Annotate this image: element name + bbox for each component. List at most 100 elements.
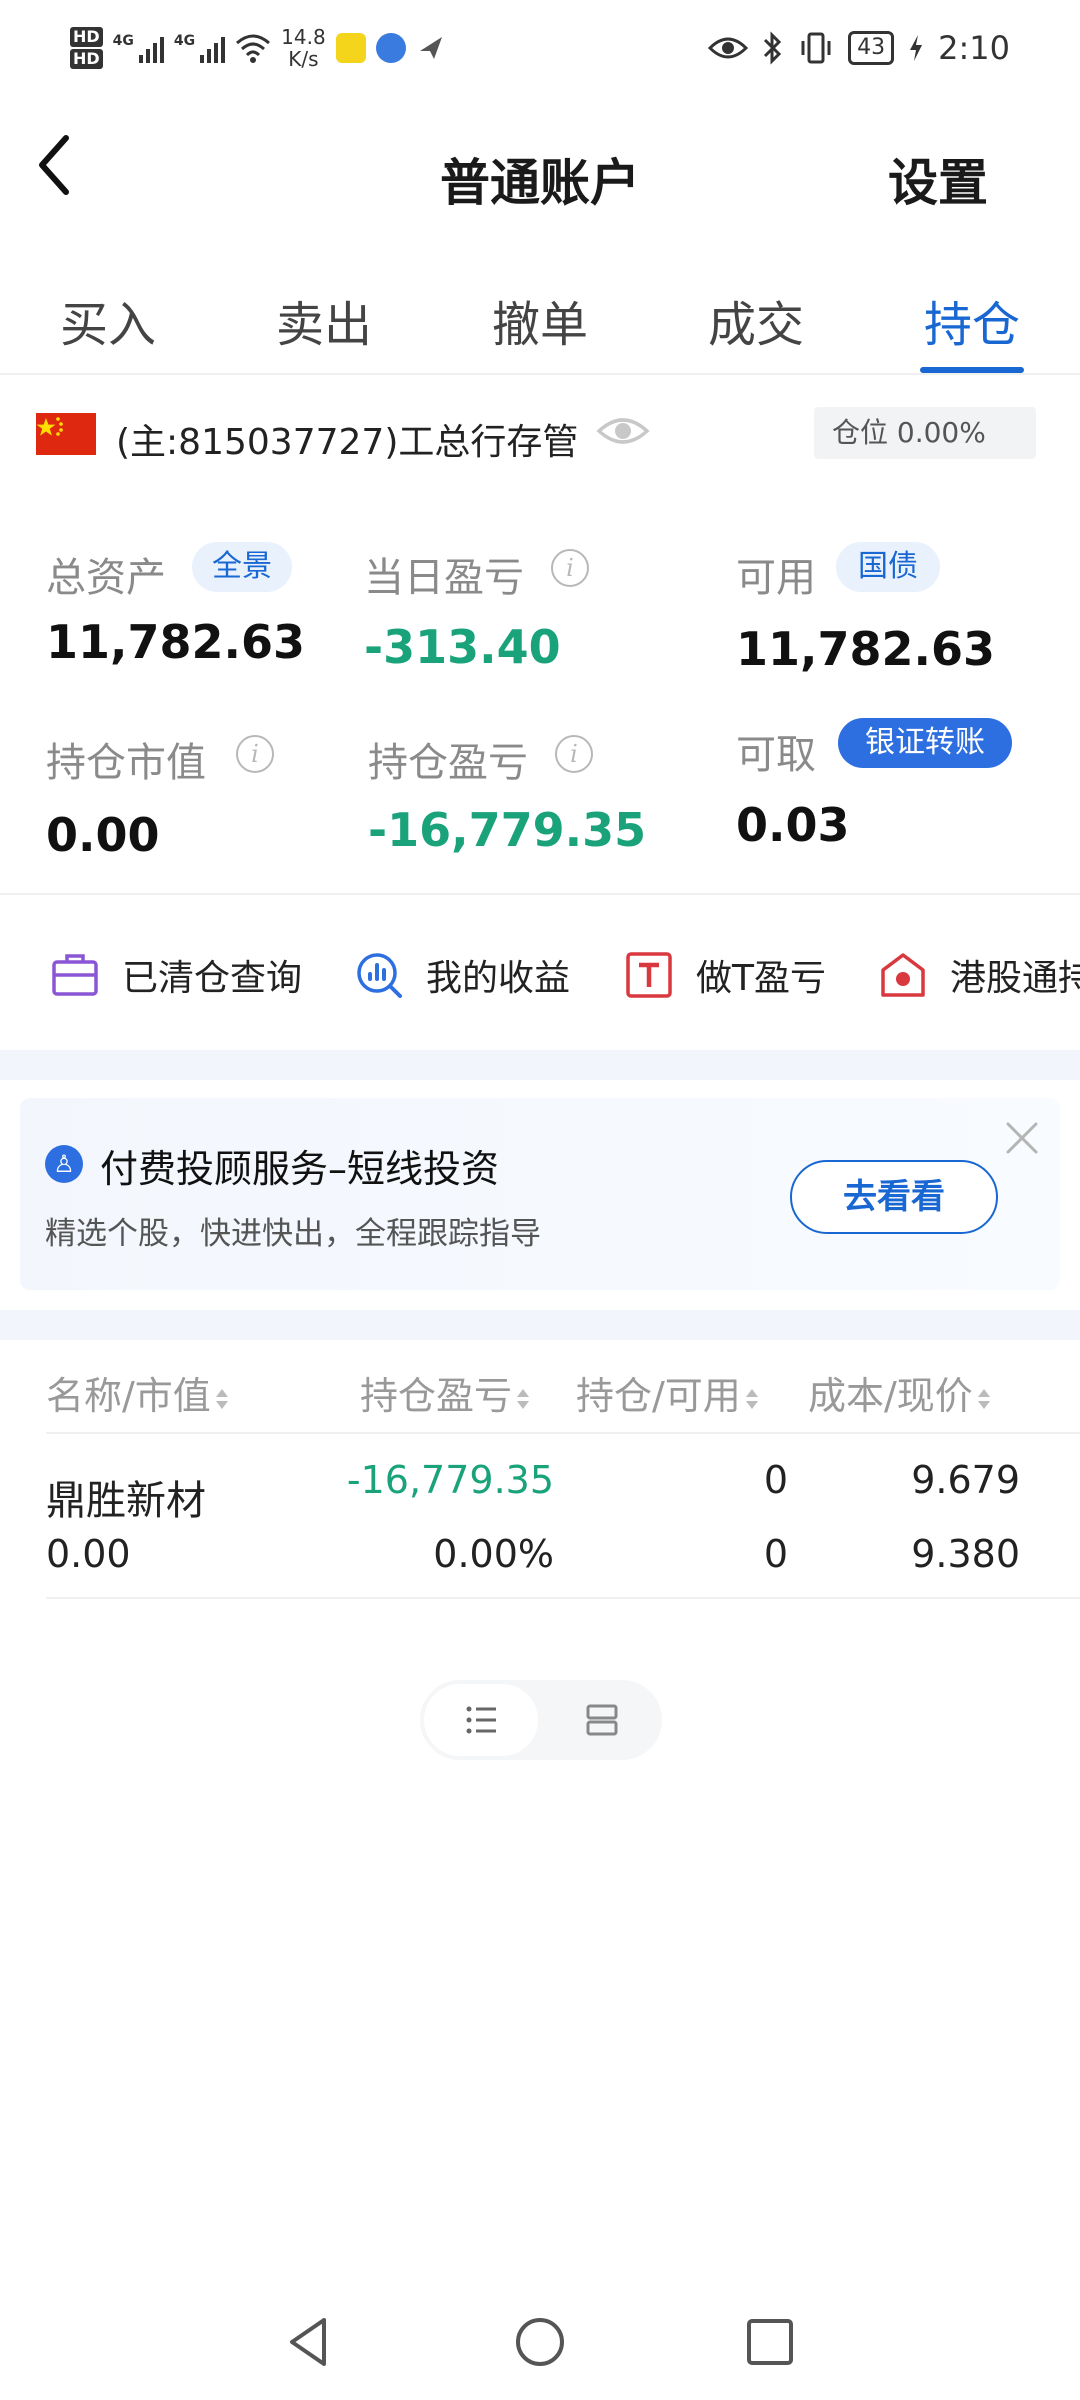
view-mode-toggle: [420, 1680, 662, 1760]
stock-pl-pct: 0.00%: [433, 1532, 554, 1576]
total-assets-label: 总资产: [46, 555, 166, 601]
status-right: 43 2:10: [708, 18, 1010, 78]
browser-notification-icon: [375, 33, 406, 63]
close-icon[interactable]: [1002, 1118, 1042, 1158]
account-row[interactable]: (主:815037727)工总行存管 仓位 0.00%: [0, 395, 1080, 475]
net2-label: 4G: [173, 33, 196, 49]
section-gap-2: [0, 1310, 1080, 1340]
sort-icon: [215, 1385, 229, 1413]
account-name: (主:815037727)工总行存管: [116, 422, 579, 463]
tab-filled[interactable]: 成交: [708, 285, 804, 355]
sort-icon: [745, 1385, 759, 1413]
stock-pl: -16,779.35: [346, 1458, 554, 1502]
t-trade-icon: [626, 952, 672, 998]
vibrate-icon: [801, 32, 831, 64]
active-tab-indicator: [920, 367, 1024, 373]
battery-level: 43: [848, 31, 895, 65]
hk-connect-label: 港股通持: [950, 958, 1080, 999]
holding-value-info-icon[interactable]: i: [236, 735, 274, 773]
stock-market-value: 0.00: [46, 1532, 131, 1576]
my-earnings-label: 我的收益: [426, 958, 571, 999]
hd-indicator: HD HD: [70, 26, 103, 70]
hk-connect-icon: [881, 953, 925, 997]
wifi-icon: [236, 34, 271, 63]
t-trade-pl-label: 做T盈亏: [696, 958, 826, 999]
daily-pl-label: 当日盈亏: [364, 555, 524, 601]
hk-connect-shortcut[interactable]: 港股通持: [878, 940, 1080, 1010]
nav-back-icon[interactable]: [280, 2312, 340, 2372]
daily-pl-info-icon[interactable]: i: [551, 549, 589, 587]
promo-subtitle: 精选个股，快进快出，全程跟踪指导: [45, 1216, 541, 1252]
list-view-icon[interactable]: [462, 1700, 502, 1740]
holding-value-label: 持仓市值: [46, 740, 206, 786]
col-header-holding[interactable]: 持仓/可用: [576, 1365, 759, 1420]
t-trade-pl-shortcut[interactable]: 做T盈亏: [624, 940, 826, 1010]
net-speed: 14.8 K/s: [281, 26, 326, 70]
system-nav-bar: [0, 2290, 1080, 2400]
settings-button[interactable]: 设置: [888, 143, 988, 215]
stock-available: 0: [763, 1532, 788, 1576]
status-bar: HD HD 4G 4G 14.8 K/s 43 2:10: [0, 0, 1080, 95]
holding-pl-label: 持仓盈亏: [368, 740, 528, 786]
stock-name: 鼎胜新材: [46, 1478, 206, 1524]
earnings-search-icon: [357, 953, 402, 998]
speed-unit: K/s: [288, 47, 319, 71]
col-header-pl-label: 持仓盈亏: [360, 1374, 513, 1418]
clock: 2:10: [938, 29, 1010, 67]
col-header-cost-price[interactable]: 成本/现价: [808, 1365, 991, 1420]
stats-divider: [0, 893, 1080, 895]
net1-label: 4G: [112, 33, 134, 49]
signal-2-icon: 4G: [173, 33, 226, 63]
promo-title: 付费投顾服务–短线投资: [100, 1147, 500, 1191]
treasury-bond-badge[interactable]: 国债: [836, 542, 940, 592]
app-notification-icon: [335, 33, 366, 63]
withdrawable-value: 0.03: [736, 798, 850, 852]
my-earnings-shortcut[interactable]: 我的收益: [354, 940, 570, 1010]
position-ratio-badge: 仓位 0.00%: [814, 407, 1036, 459]
status-left: HD HD 4G 4G 14.8 K/s: [70, 18, 446, 78]
cleared-positions-shortcut[interactable]: 已清仓查询: [50, 940, 302, 1010]
col-header-name-value[interactable]: 名称/市值: [46, 1365, 229, 1420]
table-header-divider: [46, 1432, 1080, 1434]
trade-tabs: 买入 卖出 撤单 成交 持仓: [0, 255, 1080, 375]
eye-toggle-icon[interactable]: [596, 411, 650, 451]
app-header: 普通账户 设置: [0, 95, 1080, 245]
tab-sell[interactable]: 卖出: [276, 285, 372, 355]
available-value: 11,782.63: [736, 622, 995, 676]
tab-holdings[interactable]: 持仓: [924, 285, 1020, 355]
advisory-promo-banner[interactable]: ♙ 付费投顾服务–短线投资 精选个股，快进快出，全程跟踪指导 去看看: [20, 1098, 1060, 1290]
bank-transfer-button[interactable]: 银证转账: [838, 718, 1012, 768]
stock-cost: 9.679: [911, 1458, 1020, 1502]
nav-recents-icon[interactable]: [740, 2312, 800, 2372]
col-header-name-value-label: 名称/市值: [46, 1374, 211, 1418]
holding-value-value: 0.00: [46, 808, 160, 862]
china-flag-icon: [36, 413, 96, 455]
col-header-holding-label: 持仓/可用: [576, 1374, 741, 1418]
send-notification-icon: [419, 37, 442, 59]
tab-buy[interactable]: 买入: [60, 285, 156, 355]
briefcase-icon: [52, 954, 98, 996]
hd2-label: HD: [70, 49, 103, 69]
hd1-label: HD: [70, 27, 103, 47]
withdrawable-label: 可取: [736, 732, 816, 778]
charging-icon: [910, 35, 923, 61]
stock-price: 9.380: [911, 1532, 1020, 1576]
advisor-icon: ♙: [45, 1145, 83, 1183]
nav-home-icon[interactable]: [510, 2312, 570, 2372]
tab-cancel-order[interactable]: 撤单: [492, 285, 588, 355]
eye-comfort-icon: [708, 37, 749, 59]
panorama-badge[interactable]: 全景: [192, 542, 292, 592]
sort-icon: [977, 1385, 991, 1413]
stock-holding: 0: [763, 1458, 788, 1502]
available-label: 可用: [736, 555, 816, 601]
sort-icon: [516, 1385, 530, 1413]
total-assets-value: 11,782.63: [46, 615, 305, 669]
signal-1-icon: 4G: [113, 33, 164, 63]
holding-pl-info-icon[interactable]: i: [555, 735, 593, 773]
card-view-icon[interactable]: [582, 1700, 622, 1740]
cleared-positions-label: 已清仓查询: [122, 958, 303, 999]
col-header-pl[interactable]: 持仓盈亏: [360, 1365, 530, 1420]
promo-view-button[interactable]: 去看看: [790, 1160, 998, 1234]
col-header-cost-price-label: 成本/现价: [808, 1374, 973, 1418]
table-row-divider: [46, 1597, 1080, 1599]
